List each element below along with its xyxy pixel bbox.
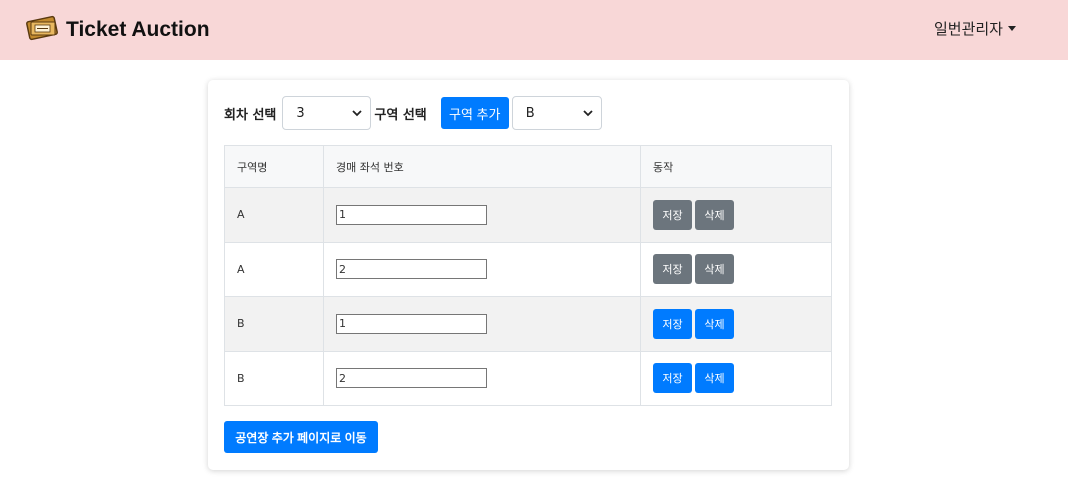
seat-number-input[interactable]: 1 <box>336 313 487 334</box>
seat-number-input[interactable]: 1 <box>336 204 487 225</box>
seat-cell: 1 <box>323 296 641 352</box>
table-row: B 2 저장 삭제 <box>224 350 832 406</box>
chevron-down-icon <box>352 110 363 117</box>
delete-button[interactable]: 삭제 <box>695 308 734 339</box>
seat-management-card: 회차 선택 3 구역 선택 구역 추가 B 구역명 경매 좌석 번호 동작 A … <box>208 80 849 470</box>
seat-cell: 1 <box>323 187 641 243</box>
ticket-icon <box>26 13 60 47</box>
table-row: A 1 저장 삭제 <box>224 187 832 243</box>
round-select-label: 회차 선택 <box>224 107 277 123</box>
save-button[interactable]: 저장 <box>653 199 692 230</box>
delete-button[interactable]: 삭제 <box>695 199 734 230</box>
zone-select-label: 구역 선택 <box>374 107 427 123</box>
delete-button[interactable]: 삭제 <box>695 254 734 285</box>
filter-bar: 회차 선택 3 구역 선택 구역 추가 B <box>224 96 602 130</box>
user-name: 일번관리자 <box>933 20 1003 38</box>
zone-cell: B <box>224 350 324 406</box>
table-header-row: 구역명 경매 좌석 번호 동작 <box>224 145 832 188</box>
zone-cell: A <box>224 187 324 243</box>
action-cell: 저장 삭제 <box>640 241 832 297</box>
save-button[interactable]: 저장 <box>653 254 692 285</box>
zone-cell: A <box>224 241 324 297</box>
seat-table: 구역명 경매 좌석 번호 동작 A 1 저장 삭제 A 2 저장 삭제 B 1 … <box>224 145 832 406</box>
delete-button[interactable]: 삭제 <box>695 363 734 394</box>
save-button[interactable]: 저장 <box>653 308 692 339</box>
column-header-action: 동작 <box>640 145 832 188</box>
column-header-zone: 구역명 <box>224 145 324 188</box>
round-select[interactable]: 3 <box>282 96 372 130</box>
zone-cell: B <box>224 296 324 352</box>
table-row: B 1 저장 삭제 <box>224 296 832 352</box>
zone-select-value: B <box>525 105 535 121</box>
action-cell: 저장 삭제 <box>640 187 832 243</box>
go-to-add-venue-button[interactable]: 공연장 추가 페이지로 이동 <box>224 421 378 453</box>
user-menu-dropdown[interactable]: 일번관리자 <box>934 18 1016 39</box>
chevron-down-icon <box>583 110 593 117</box>
seat-number-input[interactable]: 2 <box>336 368 487 389</box>
zone-select[interactable]: B <box>511 96 602 130</box>
app-title: Ticket Auction <box>66 18 210 41</box>
action-cell: 저장 삭제 <box>640 296 832 352</box>
caret-down-icon <box>1008 26 1016 31</box>
navbar: Ticket Auction 일번관리자 <box>0 0 1068 60</box>
add-zone-button[interactable]: 구역 추가 <box>440 97 509 129</box>
seat-number-input[interactable]: 2 <box>336 259 487 280</box>
save-button[interactable]: 저장 <box>653 363 692 394</box>
table-row: A 2 저장 삭제 <box>224 241 832 297</box>
seat-cell: 2 <box>323 350 641 406</box>
brand[interactable]: Ticket Auction <box>26 13 210 47</box>
seat-cell: 2 <box>323 241 641 297</box>
round-select-value: 3 <box>296 105 305 121</box>
column-header-seat: 경매 좌석 번호 <box>323 145 641 188</box>
action-cell: 저장 삭제 <box>640 350 832 406</box>
